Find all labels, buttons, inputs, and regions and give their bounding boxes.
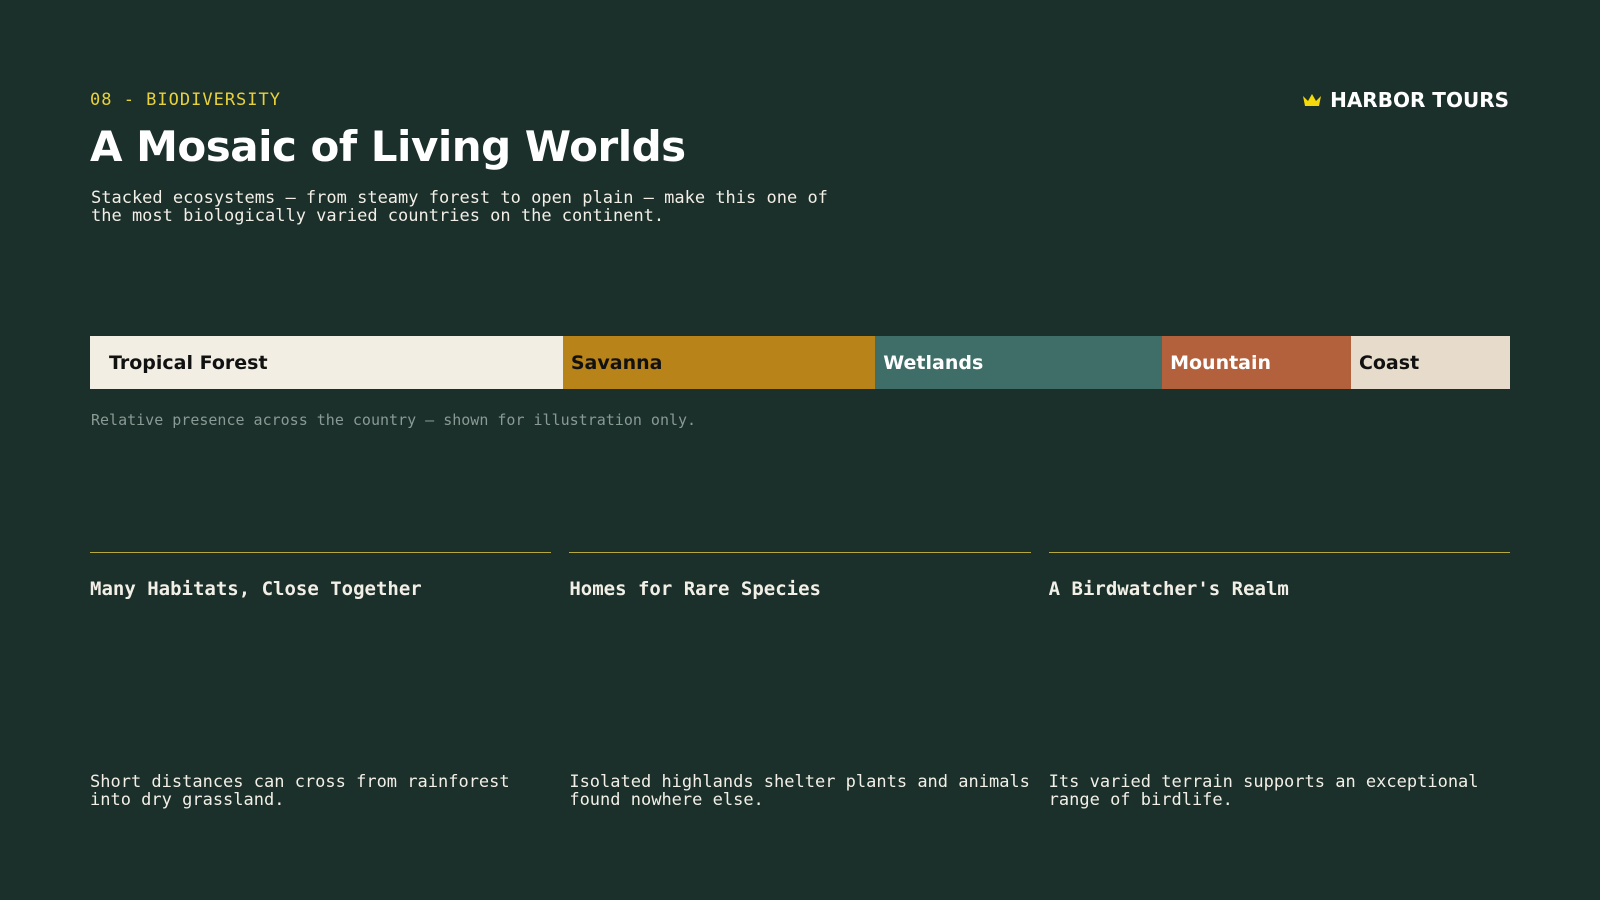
feature-column: Many Habitats, Close Together Short dist… <box>90 552 552 813</box>
crown-icon <box>1302 92 1322 108</box>
bar-segment-label: Savanna <box>570 351 663 374</box>
feature-heading: A Birdwatcher's Realm <box>1048 578 1289 600</box>
brand-logo: HARBOR TOURS <box>1302 88 1509 112</box>
bar-segment-label: Coast <box>1358 351 1420 374</box>
bar-segment-savanna: Savanna <box>562 336 876 389</box>
feature-columns: Many Habitats, Close Together Short dist… <box>90 552 1510 813</box>
feature-body: Its varied terrain supports an exception… <box>1048 772 1479 810</box>
bar-segment-wetlands: Wetlands <box>875 336 1163 389</box>
bar-segment-label: Mountain <box>1170 351 1272 374</box>
chart-caption: Relative presence across the country — s… <box>91 411 697 429</box>
brand-name: HARBOR TOURS <box>1330 88 1509 112</box>
bar-segment-tropical-forest: Tropical Forest <box>90 336 563 389</box>
bar-segment-label: Tropical Forest <box>109 351 268 374</box>
section-kicker: 08 - BIODIVERSITY <box>90 90 281 110</box>
bar-segment-mountain: Mountain <box>1162 336 1351 389</box>
bar-segment-coast: Coast <box>1350 336 1510 389</box>
bar-segment-label: Wetlands <box>883 351 984 374</box>
ecosystem-stacked-bar: Tropical Forest Savanna Wetlands Mountain Co… <box>90 336 1510 389</box>
feature-body: Short distances can cross from rainfores… <box>90 772 510 810</box>
feature-column: Homes for Rare Species Isolated highland… <box>569 552 1031 813</box>
feature-column: A Birdwatcher's Realm Its varied terrain… <box>1048 552 1510 813</box>
page-subtitle: Stacked ecosystems — from steamy forest … <box>91 188 828 226</box>
page-title: A Mosaic of Living Worlds <box>90 122 686 171</box>
feature-heading: Homes for Rare Species <box>569 578 821 600</box>
feature-body: Isolated highlands shelter plants and an… <box>569 772 1030 810</box>
feature-heading: Many Habitats, Close Together <box>90 578 422 600</box>
